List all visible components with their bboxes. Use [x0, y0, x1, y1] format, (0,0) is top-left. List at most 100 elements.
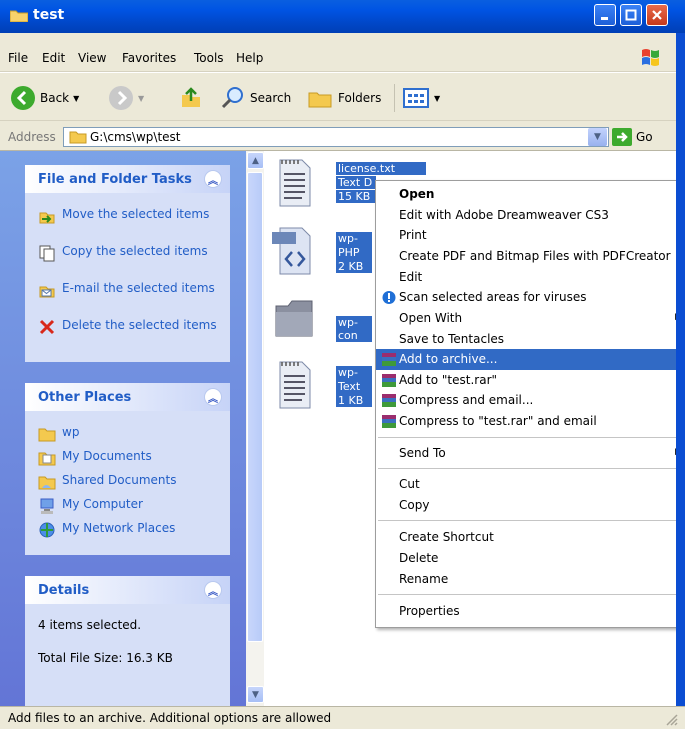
file-size: 2 KB — [336, 260, 372, 273]
menu-view[interactable]: View — [78, 51, 106, 65]
task-copy[interactable]: Copy the selected items — [38, 244, 218, 262]
menu-file[interactable]: File — [8, 51, 28, 65]
menu-item-cut[interactable]: Cut — [376, 474, 684, 495]
move-icon — [39, 212, 55, 224]
place-label: Shared Documents — [62, 473, 177, 487]
back-dropdown-icon[interactable]: ▼ — [73, 94, 79, 103]
title-bar[interactable]: test — [0, 0, 685, 33]
task-label: E-mail the selected items — [62, 281, 215, 295]
address-dropdown-button[interactable]: ▼ — [588, 128, 607, 146]
task-label: Move the selected items — [62, 207, 210, 221]
folders-button[interactable]: Folders — [306, 84, 381, 112]
file-folder-tasks-panel: File and Folder Tasks ︽ Move the selecte… — [25, 165, 230, 362]
menu-item-scan-viruses[interactable]: Scan selected areas for viruses — [376, 287, 684, 308]
menu-item-save-tentacles[interactable]: Save to Tentacles — [376, 329, 684, 350]
menu-item-compress-email[interactable]: Compress and email... — [376, 390, 684, 411]
menubar-top-gap — [0, 33, 685, 44]
other-places-panel: Other Places ︽ wp My Documents Shared Do… — [25, 383, 230, 555]
collapse-chevron-icon[interactable]: ︽ — [204, 388, 222, 406]
close-button[interactable] — [646, 4, 668, 26]
menu-item-compress-test-rar-email[interactable]: Compress to "test.rar" and email — [376, 411, 684, 432]
menu-separator — [378, 437, 682, 438]
search-button[interactable]: Search — [218, 84, 291, 112]
menu-item-print[interactable]: Print — [376, 225, 684, 246]
views-button[interactable]: ▼ — [402, 84, 440, 112]
php-file-icon — [272, 227, 311, 275]
resize-grip-icon[interactable] — [664, 712, 678, 726]
maximize-button[interactable] — [620, 4, 642, 26]
forward-arrow-icon — [109, 86, 133, 110]
place-label: My Documents — [62, 449, 152, 463]
menu-separator — [378, 520, 682, 521]
views-dropdown-icon[interactable]: ▼ — [434, 94, 440, 103]
task-move[interactable]: Move the selected items — [38, 207, 218, 225]
place-my-computer[interactable]: My Computer — [38, 497, 143, 515]
panel-title: Other Places — [38, 390, 132, 405]
menu-item-create-pdf[interactable]: Create PDF and Bitmap Files with PDFCrea… — [376, 246, 684, 267]
place-shared-documents[interactable]: Shared Documents — [38, 473, 176, 491]
place-wp[interactable]: wp — [38, 425, 79, 443]
my-computer-icon — [40, 498, 54, 514]
menu-item-open[interactable]: Open — [376, 184, 684, 205]
menu-item-send-to[interactable]: Send To ▶ — [376, 443, 684, 464]
menu-item-label: Create Shortcut — [399, 530, 494, 544]
panel-header[interactable]: Details ︽ — [25, 576, 230, 604]
back-button[interactable]: Back ▼ — [10, 84, 79, 112]
chevron-up-icon: ▲ — [252, 155, 259, 166]
context-menu: Open Edit with Adobe Dreamweaver CS3 Pri… — [375, 180, 685, 628]
menu-item-edit[interactable]: Edit — [376, 267, 684, 288]
file-type: Text D — [336, 176, 376, 189]
views-icon — [403, 88, 429, 108]
folders-label: Folders — [338, 91, 382, 105]
menu-item-rename[interactable]: Rename — [376, 569, 684, 590]
scroll-down-button[interactable]: ▼ — [247, 686, 264, 703]
antivirus-icon — [382, 291, 396, 304]
menu-item-edit-dreamweaver[interactable]: Edit with Adobe Dreamweaver CS3 — [376, 205, 684, 226]
menu-help[interactable]: Help — [236, 51, 263, 65]
selection-count: 4 items selected. — [38, 618, 142, 632]
menu-item-label: Edit — [399, 270, 423, 284]
collapse-chevron-icon[interactable]: ︽ — [204, 170, 222, 188]
scroll-up-button[interactable]: ▲ — [247, 152, 264, 169]
total-file-size: Total File Size: 16.3 KB — [38, 651, 173, 665]
menu-item-label: Properties — [399, 604, 460, 618]
collapse-chevron-icon[interactable]: ︽ — [204, 581, 222, 599]
menu-item-delete[interactable]: Delete — [376, 548, 684, 569]
menu-item-properties[interactable]: Properties — [376, 601, 684, 622]
address-label: Address — [8, 130, 56, 144]
menu-favorites[interactable]: Favorites — [122, 51, 176, 65]
task-email[interactable]: E-mail the selected items — [38, 281, 218, 299]
folder-icon — [275, 300, 313, 337]
details-panel: Details ︽ 4 items selected. Total File S… — [25, 576, 230, 706]
up-folder-button[interactable] — [178, 84, 204, 112]
copy-icon — [39, 245, 55, 262]
menu-separator — [378, 468, 682, 469]
place-label: wp — [62, 425, 80, 439]
panel-header[interactable]: File and Folder Tasks ︽ — [25, 165, 230, 193]
forward-button[interactable]: ▼ — [108, 84, 144, 112]
menu-item-label: Compress and email... — [399, 393, 534, 407]
menu-tools[interactable]: Tools — [194, 51, 224, 65]
menu-item-add-to-archive[interactable]: Add to archive... — [376, 349, 684, 370]
menu-separator — [378, 594, 682, 595]
scroll-thumb[interactable] — [247, 172, 263, 642]
toolbar-separator — [394, 84, 395, 112]
forward-dropdown-icon[interactable]: ▼ — [138, 94, 144, 103]
task-delete[interactable]: Delete the selected items — [38, 318, 218, 336]
go-button[interactable]: Go — [612, 127, 664, 147]
menu-item-open-with[interactable]: Open With ▶ — [376, 308, 684, 329]
chevron-down-icon: ▼ — [252, 689, 259, 700]
menu-edit[interactable]: Edit — [42, 51, 65, 65]
winrar-icon — [382, 374, 396, 387]
minimize-button[interactable] — [594, 4, 616, 26]
place-network[interactable]: My Network Places — [38, 521, 175, 539]
menu-item-label: Send To — [399, 446, 446, 460]
panel-header[interactable]: Other Places ︽ — [25, 383, 230, 411]
menu-item-add-to-test-rar[interactable]: Add to "test.rar" — [376, 370, 684, 391]
menu-item-create-shortcut[interactable]: Create Shortcut — [376, 527, 684, 548]
back-arrow-icon — [11, 86, 35, 110]
place-my-documents[interactable]: My Documents — [38, 449, 152, 467]
folder-icon — [38, 428, 56, 442]
menu-item-copy[interactable]: Copy — [376, 495, 684, 516]
menu-item-label: Open — [399, 187, 435, 201]
